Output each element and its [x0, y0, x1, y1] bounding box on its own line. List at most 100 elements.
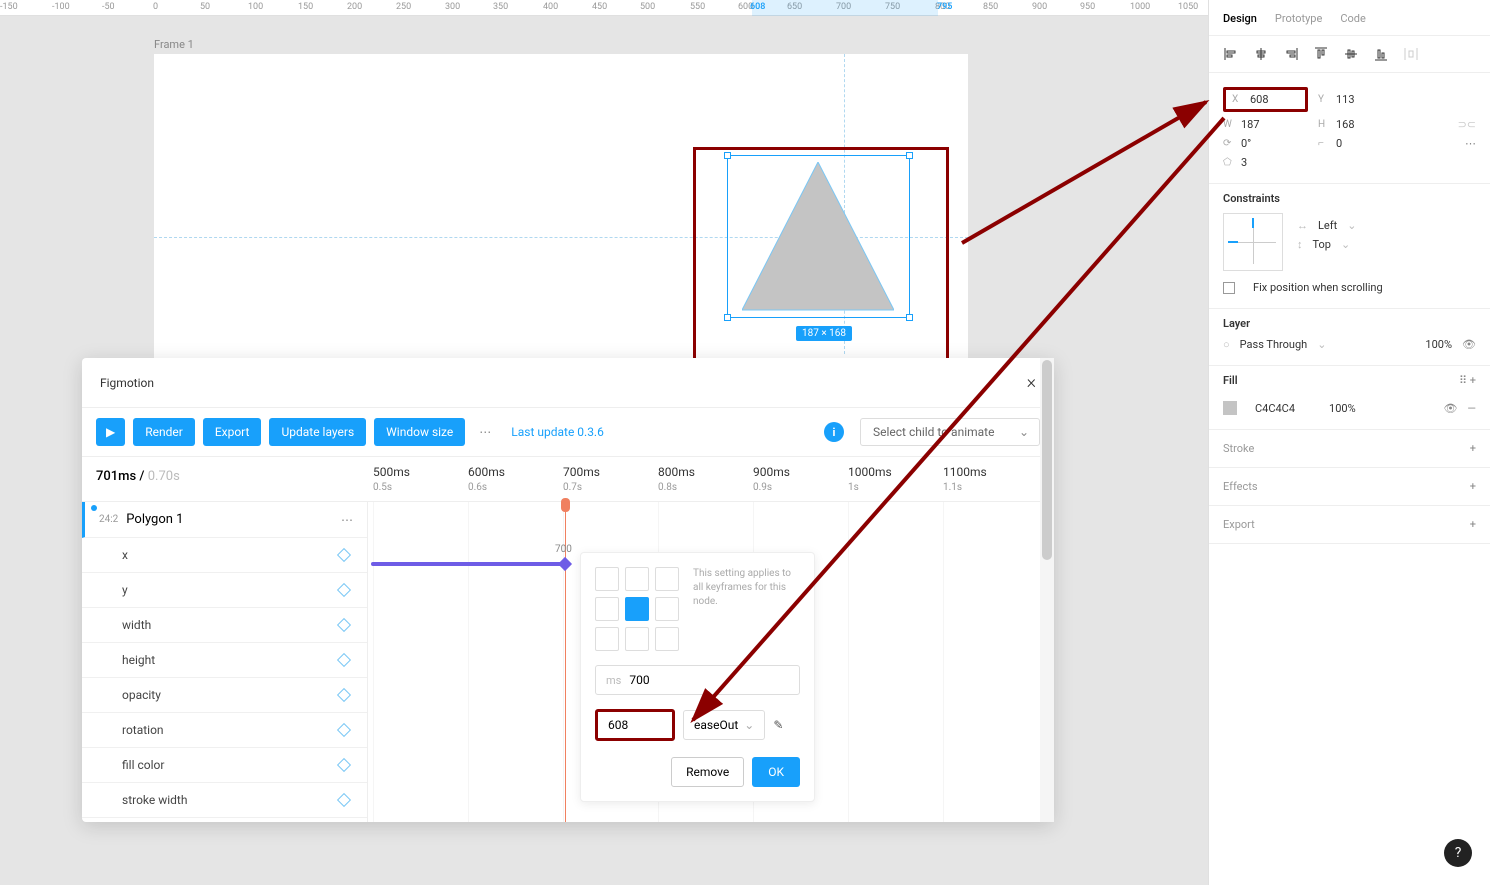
anchor-tr[interactable] — [655, 567, 679, 591]
link-wh-icon[interactable]: ⊃⊂ — [1458, 118, 1476, 131]
add-stroke-icon[interactable]: + — [1470, 442, 1476, 455]
keyframe-time-input[interactable]: 700 — [629, 673, 649, 687]
x-field-highlight[interactable]: X 608 — [1223, 87, 1308, 112]
fill-hex[interactable]: C4C4C4 — [1255, 402, 1295, 415]
info-icon[interactable]: i — [824, 422, 844, 442]
anchor-mr[interactable] — [655, 597, 679, 621]
stroke-section[interactable]: Stroke+ — [1209, 430, 1490, 468]
edit-easing-icon[interactable]: ✎ — [773, 718, 783, 732]
property-name: rotation — [122, 723, 164, 737]
property-row[interactable]: x — [82, 538, 367, 573]
align-right-icon[interactable] — [1283, 46, 1299, 62]
corner-value[interactable]: 0 — [1336, 137, 1342, 150]
distribute-icon[interactable] — [1403, 46, 1419, 62]
anchor-bl[interactable] — [595, 627, 619, 651]
add-keyframe-icon[interactable] — [337, 653, 351, 667]
child-select[interactable]: Select child to animate — [860, 418, 1040, 446]
property-row[interactable]: opacity — [82, 678, 367, 713]
help-button[interactable]: ? — [1444, 839, 1472, 867]
ok-button[interactable]: OK — [752, 757, 800, 787]
w-value[interactable]: 187 — [1241, 118, 1260, 131]
visibility-icon[interactable]: 👁 — [1462, 338, 1476, 351]
timeline-ruler[interactable]: 500ms0.5s600ms0.6s700ms0.7s800ms0.8s900m… — [368, 457, 1054, 501]
add-keyframe-icon[interactable] — [337, 583, 351, 597]
layer-menu-icon[interactable]: ⋯ — [341, 513, 353, 527]
add-keyframe-icon[interactable] — [337, 723, 351, 737]
tab-prototype[interactable]: Prototype — [1275, 12, 1322, 25]
add-export-icon[interactable]: + — [1470, 518, 1476, 531]
align-top-icon[interactable] — [1313, 46, 1329, 62]
fix-position-checkbox[interactable] — [1223, 282, 1235, 294]
more-menu-icon[interactable]: ⋯ — [473, 425, 497, 439]
anchor-note: This setting applies to all keyframes fo… — [693, 567, 800, 651]
corner-icon: ⌐ — [1318, 138, 1330, 149]
easing-select[interactable]: easeOut⌄ — [683, 710, 765, 740]
anchor-mc[interactable] — [625, 597, 649, 621]
add-keyframe-icon[interactable] — [337, 688, 351, 702]
align-bottom-icon[interactable] — [1373, 46, 1389, 62]
polygon-shape[interactable] — [742, 162, 894, 312]
property-row[interactable]: y — [82, 573, 367, 608]
constraint-h[interactable]: Left — [1318, 219, 1337, 232]
ruler-tick: 850 — [983, 2, 998, 12]
property-row[interactable]: height — [82, 643, 367, 678]
dimensions-badge: 187 × 168 — [796, 326, 852, 341]
frame-label[interactable]: Frame 1 — [154, 38, 194, 51]
add-keyframe-icon[interactable] — [337, 618, 351, 632]
export-button[interactable]: Export — [203, 418, 262, 446]
tracks-vscrollbar[interactable] — [1040, 358, 1054, 822]
tab-code[interactable]: Code — [1340, 12, 1365, 25]
keyframe-value-input[interactable]: 608 — [595, 709, 675, 741]
timeline-tracks[interactable]: 700 This sett — [368, 502, 1054, 822]
tab-design[interactable]: Design — [1223, 12, 1257, 25]
rotation-value[interactable]: 0° — [1241, 137, 1251, 150]
render-button[interactable]: Render — [133, 418, 195, 446]
property-row[interactable]: fill color — [82, 748, 367, 783]
add-keyframe-icon[interactable] — [337, 548, 351, 562]
h-value[interactable]: 168 — [1336, 118, 1355, 131]
fill-visibility-icon[interactable]: 👁 — [1443, 402, 1457, 415]
property-row[interactable]: stroke width — [82, 783, 367, 818]
layer-opacity[interactable]: 100% — [1425, 338, 1452, 351]
fill-opacity[interactable]: 100% — [1329, 402, 1356, 415]
keyframe-track-x[interactable] — [371, 562, 565, 566]
align-vcenter-icon[interactable] — [1343, 46, 1359, 62]
keyframe-end[interactable] — [558, 557, 572, 571]
constraint-widget[interactable] — [1223, 213, 1283, 271]
remove-button[interactable]: Remove — [671, 757, 744, 787]
more-corners-icon[interactable]: ⋯ — [1465, 137, 1476, 150]
y-value[interactable]: 113 — [1336, 93, 1355, 106]
export-section[interactable]: Export+ — [1209, 506, 1490, 544]
effects-section[interactable]: Effects+ — [1209, 468, 1490, 506]
fill-styles-icon[interactable]: ⠿ — [1459, 374, 1467, 387]
anchor-bc[interactable] — [625, 627, 649, 651]
property-row[interactable]: width — [82, 608, 367, 643]
remove-fill-icon[interactable]: — — [1467, 402, 1476, 415]
align-left-icon[interactable] — [1223, 46, 1239, 62]
window-size-button[interactable]: Window size — [374, 418, 465, 446]
fill-swatch[interactable] — [1223, 401, 1237, 415]
anchor-ml[interactable] — [595, 597, 619, 621]
polygon-sides-icon: ⬠ — [1223, 157, 1235, 168]
add-fill-icon[interactable]: + — [1470, 374, 1476, 387]
constraint-v[interactable]: Top — [1313, 238, 1331, 251]
selection-bounds[interactable] — [727, 155, 910, 318]
polygon-sides-value[interactable]: 3 — [1241, 156, 1247, 169]
close-icon[interactable]: × — [1027, 372, 1036, 393]
anchor-tc[interactable] — [625, 567, 649, 591]
figmotion-title: Figmotion — [100, 376, 154, 390]
property-row[interactable]: rotation — [82, 713, 367, 748]
play-button[interactable]: ▶ — [96, 418, 125, 446]
blend-mode[interactable]: Pass Through — [1240, 338, 1308, 351]
anchor-br[interactable] — [655, 627, 679, 651]
x-value[interactable]: 608 — [1250, 93, 1269, 106]
anchor-grid[interactable] — [595, 567, 679, 651]
add-keyframe-icon[interactable] — [337, 758, 351, 772]
add-keyframe-icon[interactable] — [337, 793, 351, 807]
add-effect-icon[interactable]: + — [1470, 480, 1476, 493]
align-hcenter-icon[interactable] — [1253, 46, 1269, 62]
layer-row[interactable]: 24:2 Polygon 1 ⋯ — [82, 502, 367, 538]
update-layers-button[interactable]: Update layers — [269, 418, 366, 446]
ruler-tick: 100 — [248, 2, 263, 12]
anchor-tl[interactable] — [595, 567, 619, 591]
